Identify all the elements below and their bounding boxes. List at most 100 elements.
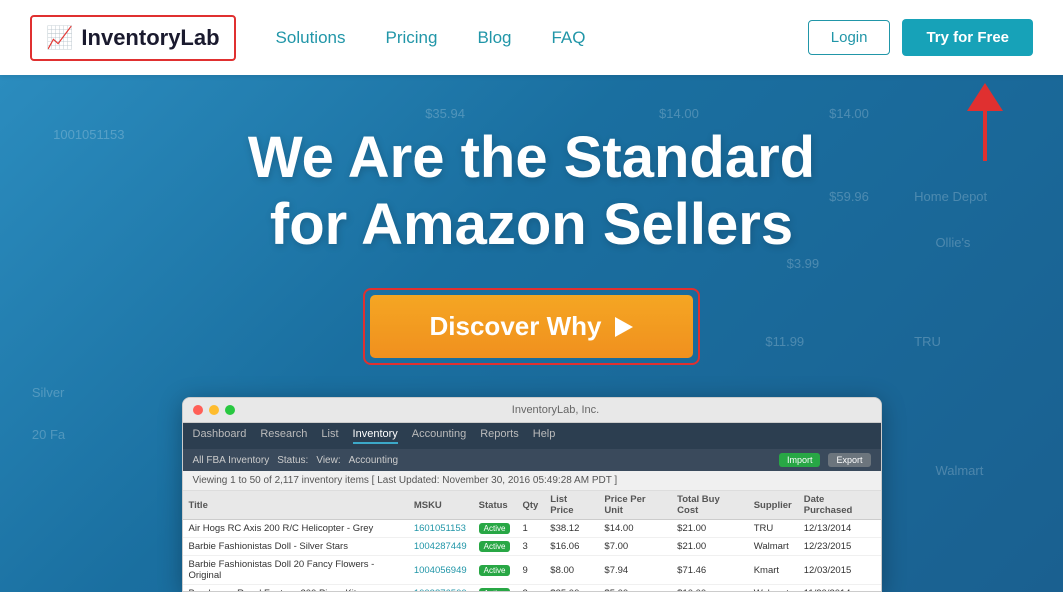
bg-text-item: Ollie's xyxy=(935,235,970,250)
window-expand-dot[interactable] xyxy=(225,405,235,415)
discover-why-button[interactable]: Discover Why xyxy=(370,295,694,358)
toolbar-view-value: Accounting xyxy=(349,455,398,466)
login-button[interactable]: Login xyxy=(808,20,891,55)
col-msku: MSKU xyxy=(408,491,473,520)
cell-total-buy-cost: $21.00 xyxy=(671,520,748,538)
col-status: Status xyxy=(473,491,517,520)
cell-total-buy-cost: $71.46 xyxy=(671,556,748,585)
col-date: Date Purchased xyxy=(798,491,881,520)
cell-total-buy-cost: $10.00 xyxy=(671,585,748,592)
cell-price-per-unit: $14.00 xyxy=(598,520,671,538)
cell-list-price: $8.00 xyxy=(544,556,598,585)
bg-text-item: 20 Fa xyxy=(32,427,65,442)
nav-accounting[interactable]: Accounting xyxy=(412,428,466,444)
cell-supplier: Kmart xyxy=(748,556,798,585)
dashboard-screenshot: InventoryLab, Inc. Dashboard Research Li… xyxy=(182,397,882,592)
cell-supplier: Walmart xyxy=(748,538,798,556)
bg-text-item: Home Depot xyxy=(914,189,987,204)
cell-msku: 1601051153 xyxy=(408,520,473,538)
nav-inventory[interactable]: Inventory xyxy=(353,428,398,444)
col-price-per-unit: Price Per Unit xyxy=(598,491,671,520)
cell-list-price: $35.00 xyxy=(544,585,598,592)
cell-title: Bendaroos Royal Fantasy 200 Piece Kit xyxy=(183,585,408,592)
nav-research[interactable]: Research xyxy=(260,428,307,444)
bg-text-item: Walmart xyxy=(935,463,983,478)
col-supplier: Supplier xyxy=(748,491,798,520)
col-title: Title xyxy=(183,491,408,520)
logo-icon: 📈 xyxy=(46,25,73,51)
bg-text-item: 1001051153 xyxy=(53,127,124,142)
hero-section: 1001051153 $35.94 $14.00 $14.00 $59.96 Home D… xyxy=(0,75,1063,592)
table-row: Bendaroos Royal Fantasy 200 Piece Kit 10… xyxy=(183,585,881,592)
cell-price-per-unit: $7.00 xyxy=(598,538,671,556)
play-icon xyxy=(615,317,633,337)
window-titlebar: InventoryLab, Inc. xyxy=(183,398,881,423)
nav-dashboard[interactable]: Dashboard xyxy=(193,428,247,444)
bg-text-item: Silver xyxy=(32,385,65,400)
col-list-price: List Price xyxy=(544,491,598,520)
bg-text-item: TRU xyxy=(914,334,941,349)
cell-title: Air Hogs RC Axis 200 R/C Helicopter - Gr… xyxy=(183,520,408,538)
logo-box[interactable]: 📈 InventoryLab xyxy=(30,15,236,61)
bg-text-item: $14.00 xyxy=(659,106,699,121)
nav-pricing[interactable]: Pricing xyxy=(385,28,437,48)
window-body: Viewing 1 to 50 of 2,117 inventory items… xyxy=(183,471,881,591)
arrow-indicator xyxy=(967,83,1003,161)
table-row: Air Hogs RC Axis 200 R/C Helicopter - Gr… xyxy=(183,520,881,538)
logo-text: InventoryLab xyxy=(81,25,219,51)
nav-blog[interactable]: Blog xyxy=(477,28,511,48)
export-button[interactable]: Export xyxy=(828,453,870,467)
nav-list[interactable]: List xyxy=(321,428,338,444)
cell-status: Active xyxy=(473,556,517,585)
cell-qty: 3 xyxy=(516,538,544,556)
arrow-head xyxy=(967,83,1003,111)
viewing-text: Viewing 1 to 50 of 2,117 inventory items… xyxy=(183,471,881,491)
cell-status: Active xyxy=(473,538,517,556)
cell-status: Active xyxy=(473,585,517,592)
toolbar-inventory-label: All FBA Inventory xyxy=(193,455,270,466)
cell-list-price: $16.06 xyxy=(544,538,598,556)
cell-msku: 1004287449 xyxy=(408,538,473,556)
bg-text-item: $11.99 xyxy=(765,334,804,349)
header-actions: Login Try for Free xyxy=(808,19,1033,56)
toolbar-view-label: View: xyxy=(316,455,340,466)
window-close-dot[interactable] xyxy=(193,405,203,415)
cta-wrapper: Discover Why xyxy=(363,288,701,365)
try-free-button[interactable]: Try for Free xyxy=(902,19,1033,56)
import-button[interactable]: Import xyxy=(779,453,821,467)
toolbar-status-label: Status: xyxy=(277,455,308,466)
nav-links: Solutions Pricing Blog FAQ xyxy=(276,28,808,48)
bg-text-item: $59.96 xyxy=(829,189,869,204)
table-row: Barbie Fashionistas Doll 20 Fancy Flower… xyxy=(183,556,881,585)
bg-text-item: $35.94 xyxy=(425,106,465,121)
cell-qty: 2 xyxy=(516,585,544,592)
nav-faq[interactable]: FAQ xyxy=(551,28,585,48)
cell-date: 11/20/2014 xyxy=(798,585,881,592)
col-qty: Qty xyxy=(516,491,544,520)
nav-reports[interactable]: Reports xyxy=(480,428,519,444)
cell-qty: 9 xyxy=(516,556,544,585)
inventory-table: Title MSKU Status Qty List Price Price P… xyxy=(183,491,881,591)
table-row: Barbie Fashionistas Doll - Silver Stars … xyxy=(183,538,881,556)
hero-title: We Are the Standard for Amazon Sellers xyxy=(248,125,815,258)
cell-status: Active xyxy=(473,520,517,538)
cell-supplier: TRU xyxy=(748,520,798,538)
cell-msku: 1003876500 xyxy=(408,585,473,592)
window-nav: Dashboard Research List Inventory Accoun… xyxy=(183,423,881,449)
table-header-row: Title MSKU Status Qty List Price Price P… xyxy=(183,491,881,520)
dashboard-window: InventoryLab, Inc. Dashboard Research Li… xyxy=(182,397,882,592)
header: 📈 InventoryLab Solutions Pricing Blog FA… xyxy=(0,0,1063,75)
bg-text-item: $14.00 xyxy=(829,106,869,121)
cell-title: Barbie Fashionistas Doll - Silver Stars xyxy=(183,538,408,556)
cell-qty: 1 xyxy=(516,520,544,538)
nav-help[interactable]: Help xyxy=(533,428,556,444)
cell-title: Barbie Fashionistas Doll 20 Fancy Flower… xyxy=(183,556,408,585)
window-title: InventoryLab, Inc. xyxy=(241,404,871,416)
cell-total-buy-cost: $21.00 xyxy=(671,538,748,556)
window-minimize-dot[interactable] xyxy=(209,405,219,415)
cell-date: 12/13/2014 xyxy=(798,520,881,538)
arrow-line xyxy=(983,111,987,161)
cell-list-price: $38.12 xyxy=(544,520,598,538)
nav-solutions[interactable]: Solutions xyxy=(276,28,346,48)
cta-label: Discover Why xyxy=(430,311,602,342)
